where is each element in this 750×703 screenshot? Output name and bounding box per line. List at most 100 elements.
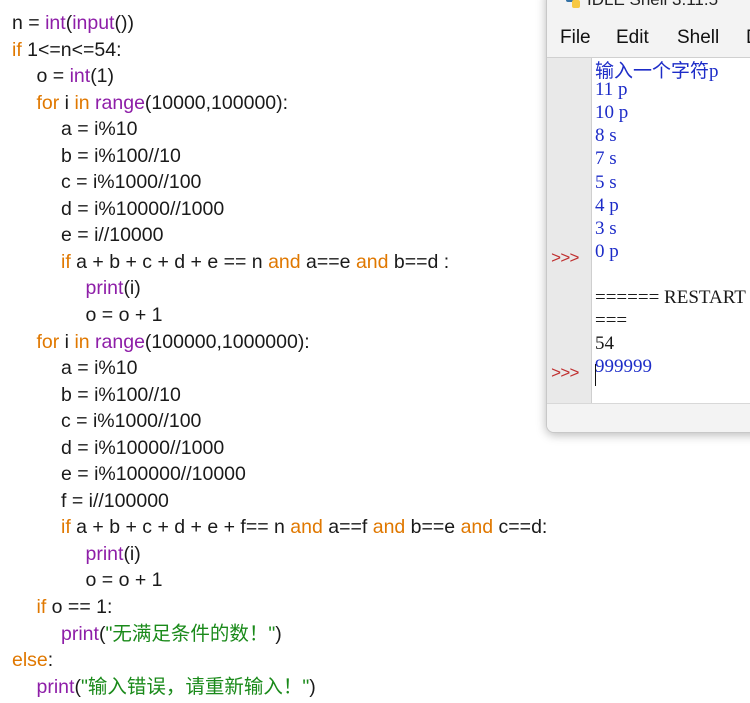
shell-output-line: 8 s	[595, 125, 617, 147]
code-token: n =	[12, 12, 46, 34]
code-token: range	[95, 91, 145, 114]
code-token: f = i//100000	[61, 489, 169, 512]
code-token: o = o + 1	[85, 304, 163, 327]
title-bar[interactable]: IDLE Shell 3.11.5	[547, 0, 750, 13]
code-token: print	[36, 675, 75, 698]
code-token: (1)	[90, 65, 115, 88]
code-token: and	[355, 250, 389, 273]
code-line: f = i//100000	[12, 488, 547, 515]
code-token: a==e	[300, 250, 356, 273]
shell-prompt: >>>	[551, 250, 580, 269]
menu-file[interactable]: File	[560, 27, 591, 49]
code-token: b==e	[405, 516, 461, 539]
code-line: if 1<=n<=54:	[12, 37, 547, 64]
code-line: o = int(1)	[12, 63, 547, 90]
code-token: d = i%10000//1000	[61, 436, 225, 459]
code-line: print(i)	[12, 275, 547, 302]
code-token: o == 1:	[46, 596, 113, 619]
code-token: for	[36, 330, 60, 353]
code-token: a==f	[322, 516, 373, 539]
shell-text-area[interactable]: >>> >>> 输入一个字符p 11 p 10 p8 s7 s5 s4 p3 s0 …	[547, 57, 750, 404]
code-token: a = i%10	[61, 357, 138, 380]
code-token: else	[12, 649, 48, 672]
code-token: range	[95, 330, 145, 353]
code-token: c = i%1000//100	[61, 410, 202, 433]
code-token: int	[45, 12, 66, 34]
code-line: c = i%1000//100	[12, 169, 547, 196]
code-token: if	[36, 596, 47, 619]
code-token: input	[72, 12, 115, 34]
code-token: b = i%100//10	[61, 383, 181, 406]
code-line: if a + b + c + d + e + f== n and a==f an…	[12, 514, 547, 541]
shell-output-line: 0 p	[595, 240, 619, 262]
code-token: "无满足条件的数！"	[105, 622, 276, 645]
code-token: o =	[36, 65, 70, 88]
shell-prompt: >>>	[551, 365, 580, 384]
code-line: d = i%10000//1000	[12, 435, 547, 462]
shell-output-line: 3 s	[595, 217, 617, 239]
shell-output-line: ====== RESTART	[595, 287, 746, 308]
menu-edit[interactable]: Edit	[616, 27, 649, 49]
code-editor[interactable]: n = int(input()) if 1<=n<=54: o = int(1) fo…	[12, 10, 547, 700]
code-token: (10000,100000):	[144, 91, 289, 114]
code-token: i	[59, 330, 75, 353]
code-token: ())	[114, 12, 134, 34]
shell-output-line: 11 p	[595, 79, 628, 101]
code-line: for i in range(10000,100000):	[12, 90, 547, 117]
code-token: o = o + 1	[85, 569, 163, 592]
code-token: "输入错误，请重新输入！"	[80, 675, 310, 698]
code-token: and	[268, 250, 301, 273]
code-token: print	[61, 622, 99, 645]
code-token: a + b + c + d + e == n	[70, 250, 269, 273]
shell-output-line: 54	[595, 333, 614, 355]
code-token: d = i%10000//1000	[61, 197, 225, 220]
code-token: b==d :	[388, 250, 450, 273]
code-token: e = i//10000	[61, 224, 164, 247]
code-token: (i)	[123, 542, 141, 565]
status-bar	[547, 403, 750, 432]
code-token: i	[59, 91, 75, 114]
code-token: (i)	[123, 277, 141, 300]
code-token: in	[74, 91, 90, 114]
code-token: if	[12, 38, 22, 61]
prompt-gutter: >>> >>>	[547, 58, 592, 404]
code-token: e = i%100000//10000	[61, 463, 246, 486]
code-token: )	[275, 622, 282, 645]
python-icon	[566, 0, 580, 8]
code-token: c = i%1000//100	[61, 171, 202, 194]
shell-output-line: ===	[595, 310, 628, 332]
code-line: a = i%10	[12, 116, 547, 143]
code-token: print	[85, 277, 124, 300]
code-token: b = i%100//10	[61, 144, 181, 167]
code-token: and	[372, 516, 406, 539]
code-token: and	[460, 516, 494, 539]
menu-debug[interactable]: D	[746, 27, 750, 49]
code-line: d = i%10000//1000	[12, 196, 547, 223]
code-line: if a + b + c + d + e == n and a==e and b…	[12, 249, 547, 276]
code-token: print	[85, 542, 124, 565]
code-token: in	[74, 330, 90, 353]
code-line: e = i%100000//10000	[12, 461, 547, 488]
code-line: print(i)	[12, 541, 547, 568]
shell-output-line: 10 p	[595, 102, 629, 124]
code-line: o = o + 1	[12, 567, 547, 594]
menu-shell[interactable]: Shell	[677, 27, 719, 49]
code-line: b = i%100//10	[12, 382, 547, 409]
code-token: if	[61, 516, 71, 539]
code-line: b = i%100//10	[12, 143, 547, 170]
code-line: n = int(input())	[12, 10, 547, 37]
shell-output-line: 7 s	[595, 148, 617, 170]
text-cursor	[595, 364, 596, 386]
code-line: else:	[12, 647, 547, 674]
code-token: int	[69, 65, 91, 88]
menu-bar: File Edit Shell D	[547, 24, 750, 54]
shell-output-line: 5 s	[595, 171, 617, 193]
shell-output-line: 999999	[595, 356, 652, 378]
code-token: for	[36, 91, 60, 114]
code-token: )	[309, 675, 316, 698]
code-line: for i in range(100000,1000000):	[12, 329, 547, 356]
code-token: :	[47, 649, 54, 672]
idle-shell-window[interactable]: IDLE Shell 3.11.5 File Edit Shell D >>> …	[546, 0, 750, 433]
code-line: a = i%10	[12, 355, 547, 382]
code-line: print("输入错误，请重新输入！")	[12, 674, 547, 701]
